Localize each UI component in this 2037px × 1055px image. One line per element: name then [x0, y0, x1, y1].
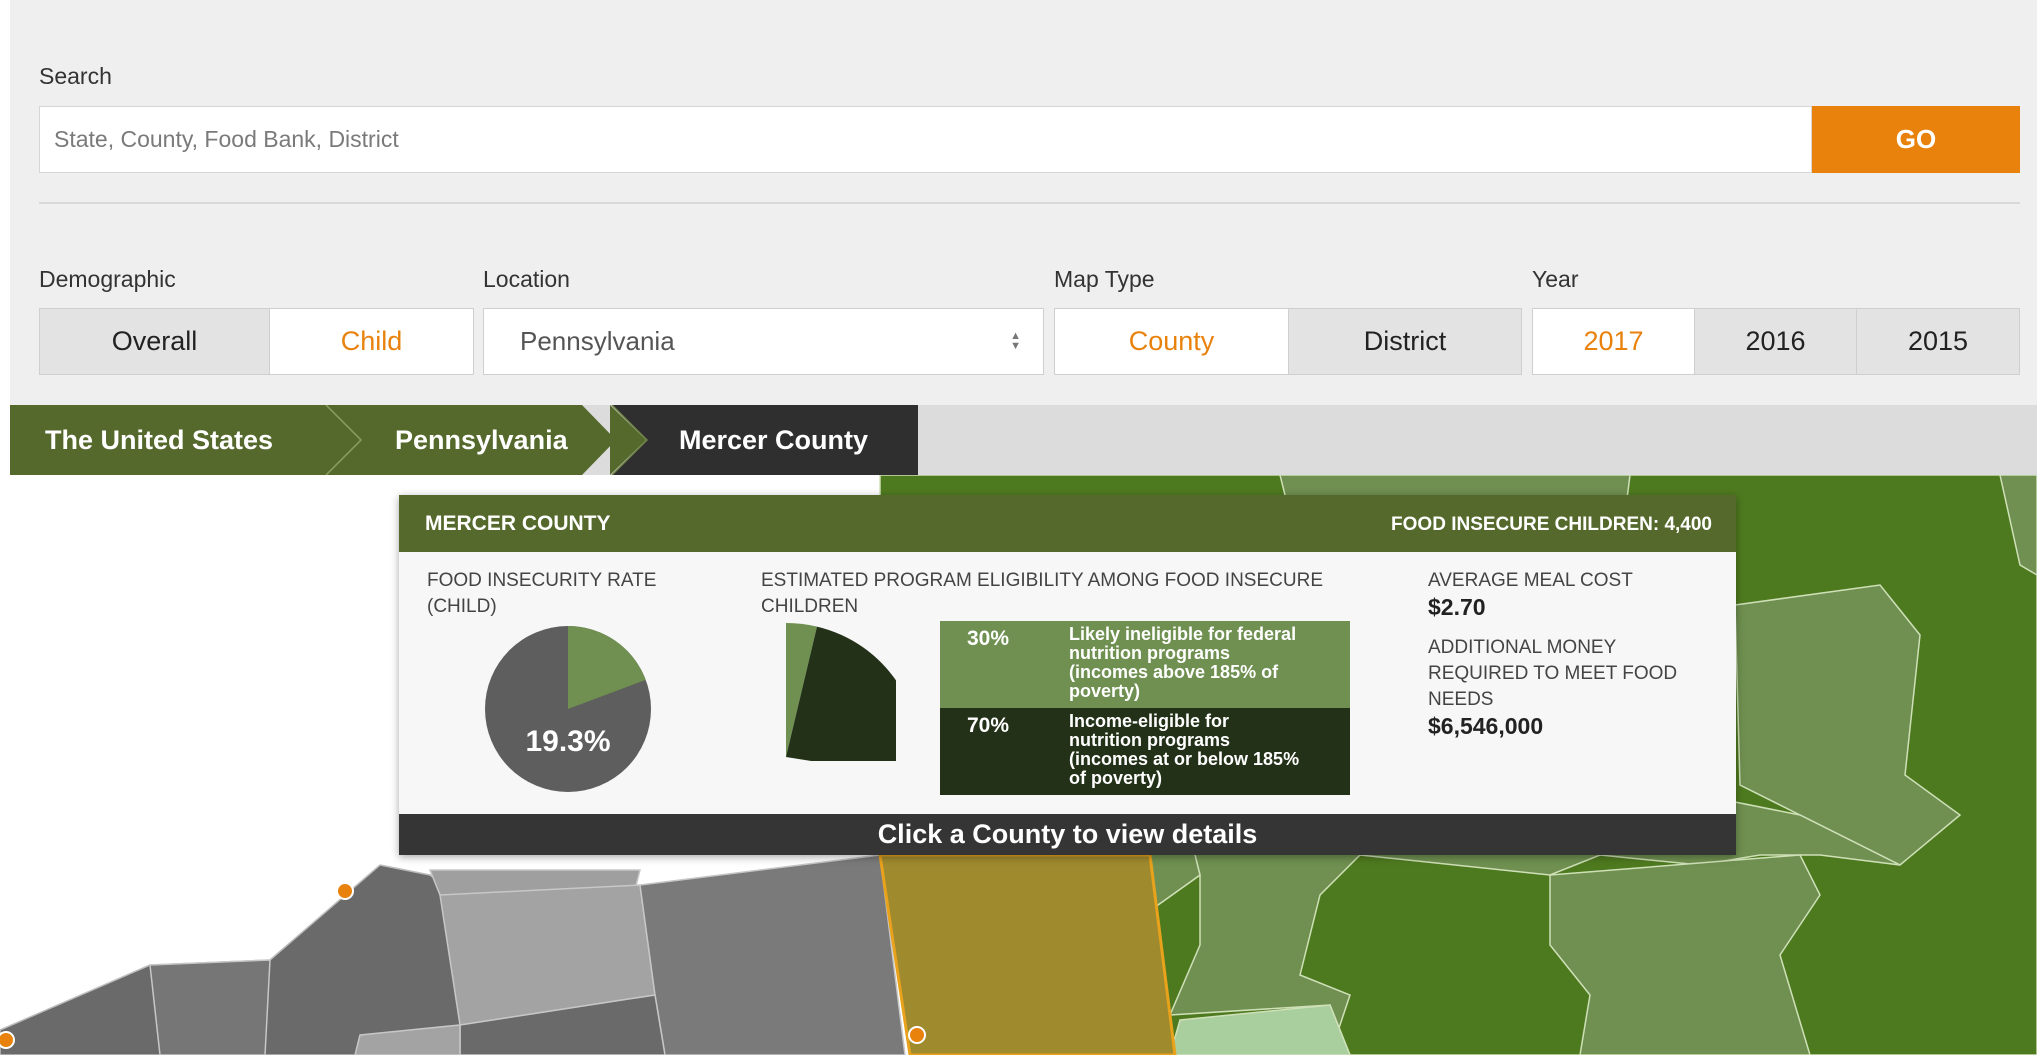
rate-value: 19.3% — [525, 725, 611, 758]
breadcrumb-item-united-states[interactable]: The United States — [45, 405, 273, 475]
food-insecure-children-count: FOOD INSECURE CHILDREN: 4,400 — [1391, 514, 1712, 535]
demographic-child-button[interactable]: Child — [269, 308, 474, 375]
eligibility-pct: 30% — [967, 627, 1010, 650]
location-marker[interactable] — [336, 882, 354, 900]
eligibility-wedge-chart — [786, 622, 896, 761]
eligibility-label-line-2: CHILDREN — [761, 596, 859, 617]
additional-money-value: $6,546,000 — [1428, 713, 1544, 739]
county-shape[interactable] — [639, 854, 906, 1055]
go-button[interactable]: GO — [1812, 106, 2020, 173]
eligibility-desc: Income-eligible for nutrition programs (… — [1069, 711, 1300, 788]
popup-title: MERCER COUNTY — [425, 512, 611, 535]
additional-money-label-3: NEEDS — [1428, 689, 1494, 710]
eligibility-desc: Likely ineligible for federal nutrition … — [1069, 624, 1297, 701]
rate-label-line-1: FOOD INSECURITY RATE — [427, 570, 657, 591]
search-field[interactable] — [39, 106, 1812, 173]
search-input[interactable] — [40, 107, 1811, 172]
eligibility-table: 30% Likely ineligible for federal nutrit… — [940, 621, 1350, 795]
breadcrumb-item-pennsylvania[interactable]: Pennsylvania — [395, 405, 568, 475]
location-label: Location — [483, 266, 570, 292]
year-label: Year — [1532, 266, 1579, 292]
year-2017-button[interactable]: 2017 — [1532, 308, 1695, 375]
location-select[interactable]: Pennsylvania ▲ ▼ — [483, 308, 1044, 375]
breadcrumb-item-mercer-county: Mercer County — [679, 424, 869, 455]
food-insecurity-rate-pie — [485, 626, 651, 792]
demographic-label: Demographic — [39, 266, 176, 292]
map-type-district-button[interactable]: District — [1288, 308, 1522, 375]
additional-money-label-2: REQUIRED TO MEET FOOD — [1428, 663, 1678, 684]
county-shape[interactable] — [1549, 854, 1821, 1055]
search-label: Search — [39, 63, 112, 89]
select-arrows-icon: ▲ ▼ — [1010, 330, 1021, 352]
county-shape[interactable] — [149, 959, 271, 1055]
rate-label-line-2: (CHILD) — [427, 596, 497, 617]
map-type-label: Map Type — [1054, 266, 1155, 292]
eligibility-label-line-1: ESTIMATED PROGRAM ELIGIBILITY AMONG FOOD… — [761, 570, 1323, 591]
location-select-value: Pennsylvania — [520, 326, 675, 356]
meal-cost-value: $2.70 — [1428, 594, 1486, 620]
eligibility-row-eligible: 70% Income-eligible for nutrition progra… — [940, 708, 1350, 795]
map-type-county-button[interactable]: County — [1054, 308, 1289, 375]
location-marker[interactable] — [0, 1031, 15, 1049]
year-2015-button[interactable]: 2015 — [1856, 308, 2020, 375]
divider — [39, 202, 2020, 204]
additional-money-label-1: ADDITIONAL MONEY — [1428, 637, 1617, 658]
popup-footer-hint: Click a County to view details — [399, 814, 1736, 855]
location-marker[interactable] — [908, 1026, 926, 1044]
meal-cost-label: AVERAGE MEAL COST — [1428, 570, 1633, 591]
year-2016-button[interactable]: 2016 — [1694, 308, 1857, 375]
eligibility-row-ineligible: 30% Likely ineligible for federal nutrit… — [940, 621, 1350, 708]
popup-header: MERCER COUNTY FOOD INSECURE CHILDREN: 4,… — [399, 495, 1736, 552]
county-detail-popup: MERCER COUNTY FOOD INSECURE CHILDREN: 4,… — [399, 495, 1736, 855]
demographic-overall-button[interactable]: Overall — [39, 308, 270, 375]
selected-county-mercer[interactable] — [878, 853, 1177, 1055]
eligibility-pct: 70% — [967, 714, 1010, 737]
